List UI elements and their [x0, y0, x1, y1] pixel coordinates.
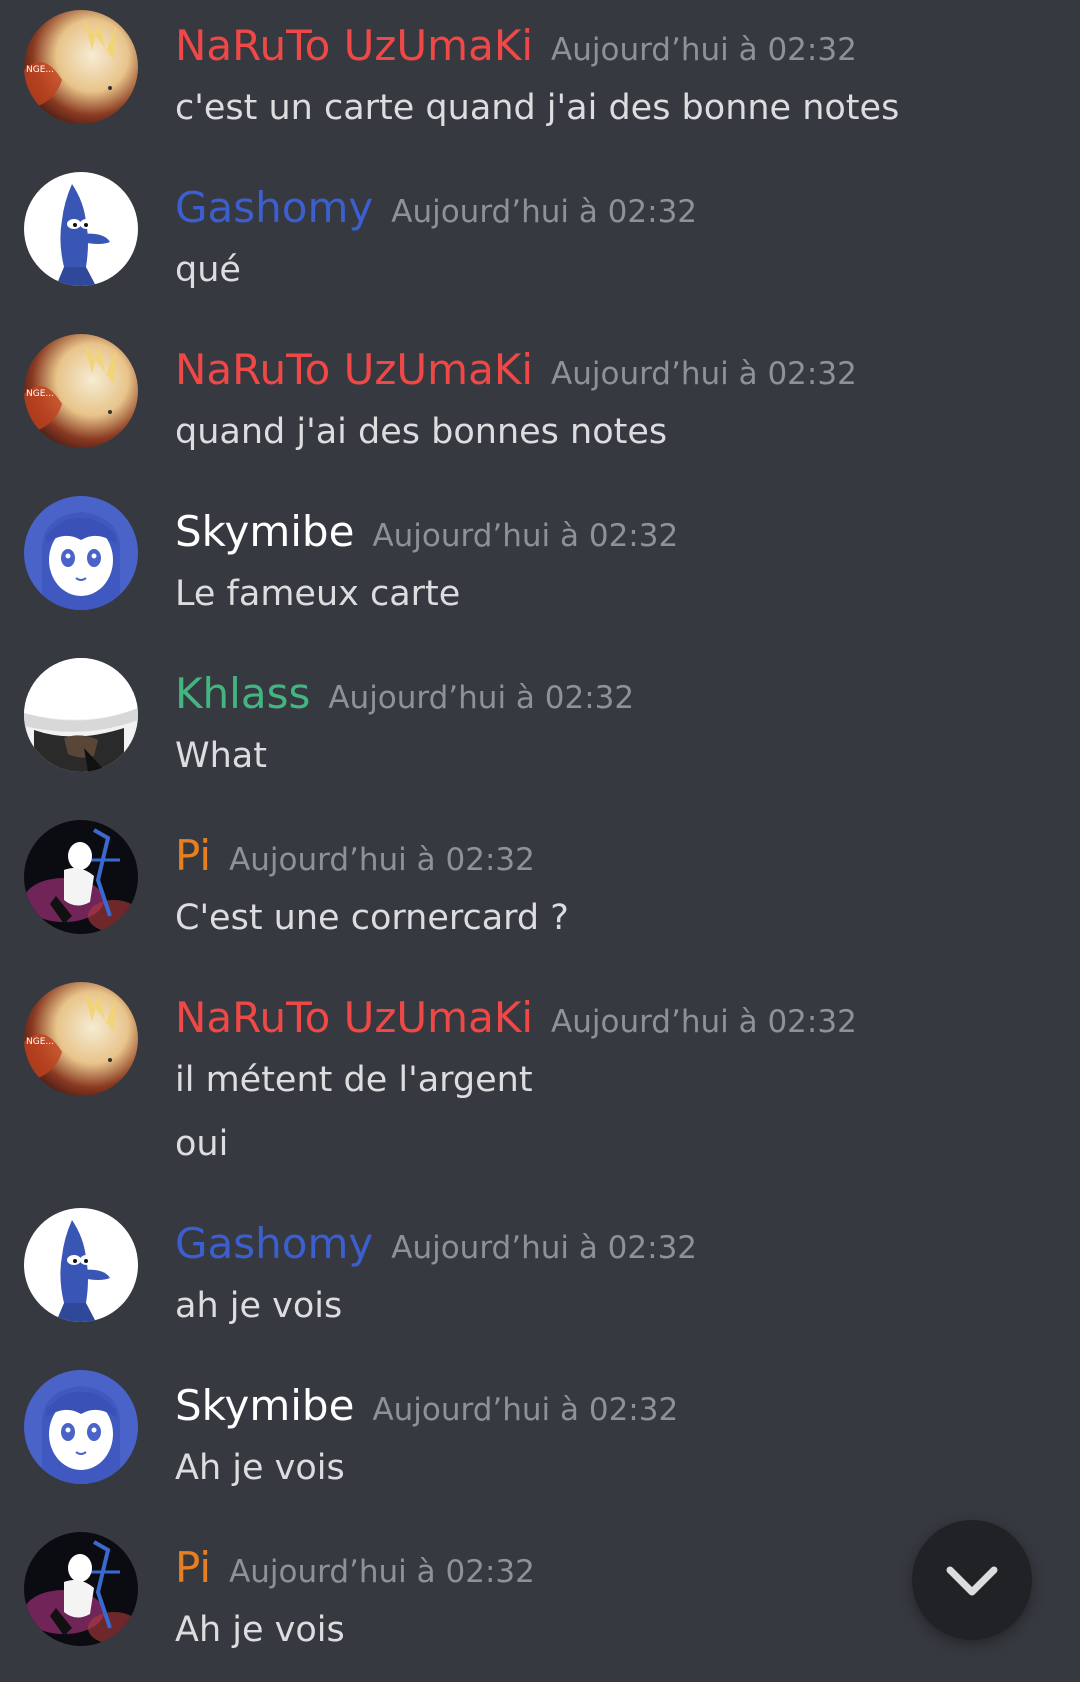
timestamp: Aujourd’hui à 02:32 — [229, 1554, 535, 1590]
message-text: What — [175, 736, 267, 776]
username[interactable]: NaRuTo UzUmaKi — [175, 993, 533, 1042]
message-text: Le fameux carte — [175, 574, 461, 614]
svg-text:NGE...: NGE... — [26, 1037, 54, 1047]
message-list[interactable]: NGE... NaRuTo UzUmaKi Aujourd’hui à 02:32… — [0, 0, 1080, 1682]
timestamp: Aujourd’hui à 02:32 — [551, 32, 857, 68]
timestamp: Aujourd’hui à 02:32 — [391, 1230, 698, 1266]
duck-avatar-icon[interactable] — [24, 172, 138, 286]
duck-avatar-icon[interactable] — [24, 1208, 138, 1322]
timestamp: Aujourd’hui à 02:32 — [229, 842, 535, 878]
timestamp: Aujourd’hui à 02:32 — [328, 680, 635, 716]
username[interactable]: NaRuTo UzUmaKi — [175, 21, 533, 70]
chair-figure-avatar-icon[interactable] — [24, 1532, 138, 1646]
username[interactable]: Gashomy — [175, 183, 373, 232]
username[interactable]: NaRuTo UzUmaKi — [175, 345, 533, 394]
naruto-avatar-icon[interactable]: NGE... — [24, 982, 138, 1096]
message-text: C'est une cornercard ? — [175, 898, 569, 938]
hat-avatar-icon[interactable] — [24, 658, 138, 772]
username[interactable]: Skymibe — [175, 507, 354, 556]
timestamp: Aujourd’hui à 02:32 — [372, 1392, 679, 1428]
message-text: il métent de l'argent — [175, 1060, 533, 1100]
message-text: qué — [175, 250, 241, 290]
message-text: Ah je vois — [175, 1448, 345, 1488]
anime-girl-avatar-icon[interactable] — [24, 1370, 138, 1484]
message-text: c'est un carte quand j'ai des bonne note… — [175, 88, 900, 128]
naruto-avatar-icon[interactable]: NGE... — [24, 10, 138, 124]
message-text: Ah je vois — [175, 1610, 345, 1650]
timestamp: Aujourd’hui à 02:32 — [551, 1004, 857, 1040]
chevron-down-icon — [946, 1566, 998, 1596]
username[interactable]: Skymibe — [175, 1381, 354, 1430]
username[interactable]: Pi — [175, 831, 211, 880]
timestamp: Aujourd’hui à 02:32 — [391, 194, 698, 230]
timestamp: Aujourd’hui à 02:32 — [551, 356, 857, 392]
message-text: quand j'ai des bonnes notes — [175, 412, 668, 452]
scroll-to-bottom-button[interactable] — [912, 1520, 1032, 1640]
svg-text:NGE...: NGE... — [26, 389, 54, 399]
svg-text:NGE...: NGE... — [26, 65, 54, 75]
anime-girl-avatar-icon[interactable] — [24, 496, 138, 610]
message-text: oui — [175, 1124, 229, 1164]
message-text: ah je vois — [175, 1286, 343, 1326]
username[interactable]: Khlass — [175, 669, 310, 718]
username[interactable]: Gashomy — [175, 1219, 373, 1268]
naruto-avatar-icon[interactable]: NGE... — [24, 334, 138, 448]
username[interactable]: Pi — [175, 1543, 211, 1592]
chair-figure-avatar-icon[interactable] — [24, 820, 138, 934]
timestamp: Aujourd’hui à 02:32 — [372, 518, 679, 554]
